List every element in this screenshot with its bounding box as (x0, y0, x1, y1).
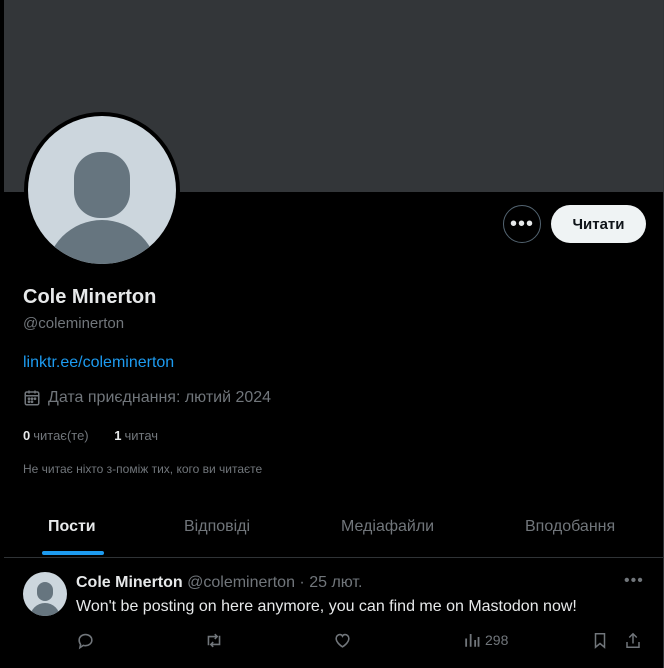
retweet-icon (207, 633, 221, 648)
views-count: 298 (485, 632, 509, 648)
follow-button[interactable]: Читати (551, 205, 646, 243)
profile-page: ••• Читати Cole Minerton @coleminerton l… (4, 0, 664, 668)
reply-button[interactable] (76, 631, 95, 650)
more-icon: ••• (509, 212, 534, 235)
profile-website-link[interactable]: linktr.ee/coleminerton (23, 354, 174, 372)
default-avatar-image (28, 116, 176, 264)
post-date[interactable]: 25 лют. (309, 574, 362, 591)
profile-tabs: Пости Відповіді Медіафайли Вподобання (4, 500, 663, 558)
post-author-name[interactable]: Cole Minerton (76, 574, 183, 591)
share-icon (626, 632, 640, 648)
post-avatar[interactable] (23, 572, 67, 616)
like-icon (335, 633, 350, 648)
bookmark-button[interactable] (591, 631, 609, 650)
active-tab-indicator (42, 551, 104, 555)
share-button[interactable] (624, 631, 642, 650)
tab-replies[interactable]: Відповіді (184, 518, 250, 536)
post-separator: · (299, 574, 305, 591)
like-button[interactable] (333, 631, 352, 650)
post-author-handle[interactable]: @coleminerton (187, 574, 295, 591)
post-text: Won't be posting on here anymore, you ca… (76, 598, 577, 615)
reply-icon (78, 633, 93, 650)
post-more-button[interactable]: ••• (624, 572, 644, 590)
views-button[interactable]: 298 (463, 631, 508, 649)
join-date-text: Дата приєднання: лютий 2024 (48, 389, 272, 406)
more-icon: ••• (624, 572, 644, 589)
more-options-button[interactable]: ••• (503, 205, 541, 243)
profile-name: Cole Minerton (23, 286, 157, 308)
tab-likes[interactable]: Вподобання (525, 518, 615, 536)
post-header: Cole Minerton @coleminerton · 25 лют. (76, 574, 362, 592)
tab-posts[interactable]: Пости (48, 518, 96, 536)
bookmark-icon (594, 633, 606, 649)
views-icon (465, 634, 480, 647)
post-item[interactable]: Cole Minerton @coleminerton · 25 лют. ••… (4, 558, 663, 668)
not-followed-note: Не читає ніхто з-поміж тих, кого ви чита… (23, 462, 263, 476)
follow-counts: 0 читає(те) 1 читач (23, 428, 158, 443)
calendar-icon (24, 390, 40, 406)
repost-button[interactable] (204, 631, 224, 650)
tab-media[interactable]: Медіафайли (341, 518, 434, 536)
following-link[interactable]: 0 читає(те) (23, 428, 89, 443)
profile-avatar[interactable] (24, 112, 180, 268)
join-date: Дата приєднання: лютий 2024 (23, 389, 271, 407)
profile-handle: @coleminerton (23, 315, 125, 332)
followers-link[interactable]: 1 читач (114, 428, 158, 443)
